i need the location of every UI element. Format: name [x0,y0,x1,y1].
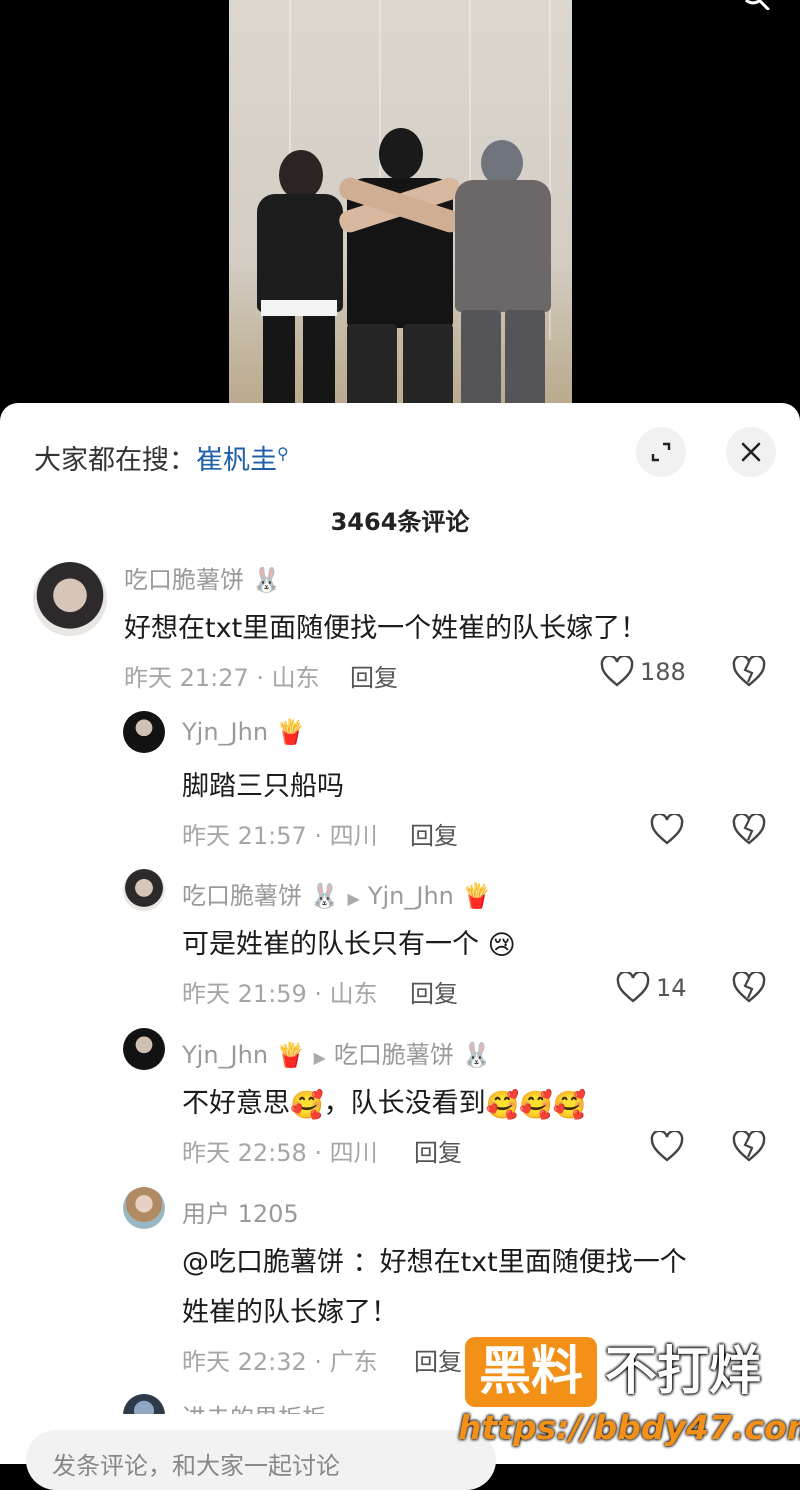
like-count: 188 [640,658,686,686]
comment-text: 好想在txt里面随便找一个姓崔的队长嫁了！ [124,613,648,644]
comment-user[interactable]: 用户 1205 [182,1194,299,1229]
shy-emoji-icon: 🥰🥰🥰 [485,1089,587,1121]
close-icon [741,442,761,462]
comment-time-location: 昨天 22:58 · 四川 [182,1139,378,1167]
comment-user[interactable]: 进击的男板板 [182,1398,326,1414]
shy-emoji-icon: 🥰 [290,1089,324,1121]
watermark-url: https://bbdy47.com [458,1408,800,1447]
comment-time-location: 昨天 21:59 · 山东 [182,980,378,1008]
avatar[interactable] [123,1187,165,1229]
search-icon[interactable] [744,0,770,10]
comment-time-location: 昨天 21:57 · 四川 [182,822,378,850]
comment-count: 3464条评论 [330,508,470,536]
reply-button[interactable]: 回复 [410,974,458,1009]
bunny-emoji-icon: 🐰 [251,566,282,594]
fries-emoji-icon: 🍟 [461,882,492,910]
hot-search-hint[interactable]: 大家都在搜：崔杋圭⚲ [34,438,289,477]
avatar[interactable] [123,711,165,753]
bunny-emoji-icon: 🐰 [309,882,340,910]
comment-text: 脚踏三只船吗 [182,771,344,802]
like-button[interactable] [650,1131,684,1163]
heart-icon [650,1131,684,1162]
comment-time-location: 昨天 21:27 · 山东 [124,664,320,692]
comment-user[interactable]: Yjn_Jhn 🍟 ▶ 吃口脆薯饼 🐰 [182,1035,491,1070]
comment-user[interactable]: 吃口脆薯饼 🐰 [124,560,282,595]
comment-text-line2: 姓崔的队长嫁了！ [182,1297,398,1328]
expand-button[interactable] [636,427,686,477]
like-button[interactable]: 14 [616,972,687,1004]
heart-icon [616,972,650,1003]
dancer-center [336,128,464,420]
reply-button[interactable]: 回复 [350,658,398,693]
avatar[interactable] [33,562,107,636]
crying-emoji-icon: 😢 [487,930,516,961]
heart-icon [650,814,684,845]
reply-button[interactable]: 回复 [410,816,458,851]
expand-icon [651,442,671,462]
reply-arrow-icon: ▶ [347,889,360,908]
hot-search-term[interactable]: 崔杋圭 [196,445,277,476]
bunny-emoji-icon: 🐰 [461,1041,492,1069]
fries-emoji-icon: 🍟 [275,1041,306,1069]
heart-icon [600,656,634,687]
hot-search-prefix: 大家都在搜： [34,445,196,476]
comment-user[interactable]: 吃口脆薯饼 🐰 ▶ Yjn_Jhn 🍟 [182,876,491,911]
reply-button[interactable]: 回复 [414,1342,462,1377]
comment-text: @吃口脆薯饼 ：好想在txt里面随便找一个 [182,1247,687,1278]
reply-arrow-icon: ▶ [313,1048,326,1067]
avatar[interactable] [123,869,165,911]
like-button[interactable] [650,814,684,846]
dislike-icon[interactable] [732,656,766,688]
comment-text: 不好意思🥰，队长没看到🥰🥰🥰 [182,1088,587,1121]
dancer-right [451,140,555,420]
fries-emoji-icon: 🍟 [275,718,306,746]
comment-text: 可是姓崔的队长只有一个 😢 [182,929,516,961]
watermark-text: 不打烊 [605,1342,762,1402]
dislike-icon[interactable] [732,814,766,846]
dislike-icon[interactable] [732,972,766,1004]
like-button[interactable]: 188 [600,656,686,688]
close-button[interactable] [726,427,776,477]
dislike-icon[interactable] [732,1131,766,1163]
dancer-left [249,150,349,420]
comment-time-location: 昨天 22:32 · 广东 [182,1348,378,1376]
video-player[interactable] [0,0,800,420]
reply-button[interactable]: 回复 [414,1133,462,1168]
comment-user[interactable]: Yjn_Jhn 🍟 [182,718,306,746]
video-frame [229,0,572,420]
avatar[interactable] [123,1028,165,1070]
search-mini-icon: ⚲ [277,444,289,463]
watermark-badge: 黑料 [465,1337,597,1407]
like-count: 14 [656,974,687,1002]
